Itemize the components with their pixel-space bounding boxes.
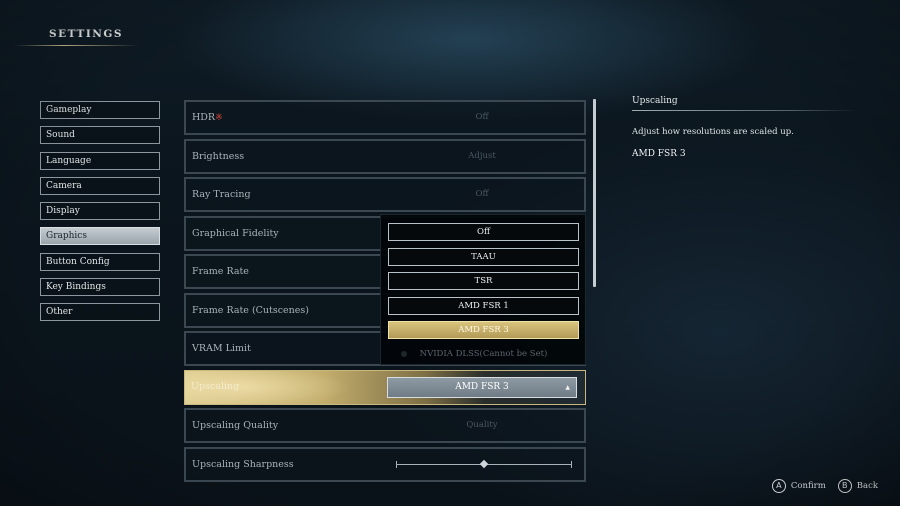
dropdown-option-amd-fsr-1[interactable]: AMD FSR 1 (388, 296, 579, 315)
upscaling-select-value: AMD FSR 3 (455, 381, 509, 392)
info-panel: Upscaling Adjust how resolutions are sca… (632, 96, 862, 159)
upscaling-dropdown: Off TAAU TSR AMD FSR 1 AMD FSR 3 NVIDIA … (380, 214, 586, 365)
setting-label: Upscaling Sharpness (192, 458, 294, 470)
settings-header: SETTINGS (14, 24, 139, 48)
setting-row-brightness[interactable]: Brightness Adjust (184, 138, 586, 174)
setting-value: Quality (466, 420, 498, 430)
setting-row-upscaling-sharpness[interactable]: Upscaling Sharpness (184, 446, 586, 482)
confirm-prompt[interactable]: A Confirm (771, 479, 826, 493)
setting-label: Frame Rate (Cutscenes) (192, 304, 309, 316)
sidebar-item-other[interactable]: Other (40, 303, 160, 322)
hdr-label: HDR (192, 112, 216, 123)
a-button-icon: A (771, 479, 786, 493)
caret-up-icon: ▲ (565, 383, 570, 391)
sidebar-item-sound[interactable]: Sound (40, 126, 160, 145)
sidebar-item-key-bindings[interactable]: Key Bindings (40, 278, 160, 297)
setting-label: HDR※ (192, 102, 223, 134)
dropdown-option-off[interactable]: Off (388, 223, 579, 241)
upscaling-select[interactable]: AMD FSR 3 ▲ (387, 376, 577, 398)
dropdown-option-taau[interactable]: TAAU (388, 247, 579, 266)
slider-max-cap (571, 460, 572, 468)
option-label: NVIDIA DLSS(Cannot be Set) (419, 349, 548, 359)
info-current-value: AMD FSR 3 (632, 149, 686, 159)
sharpness-slider[interactable] (396, 459, 572, 468)
setting-value: Off (475, 112, 489, 122)
disabled-dot-icon (401, 351, 407, 357)
sidebar-item-button-config[interactable]: Button Config (40, 252, 160, 271)
setting-row-ray-tracing[interactable]: Ray Tracing Off (184, 177, 586, 212)
setting-label: Brightness (192, 150, 245, 162)
setting-value: Adjust (468, 150, 496, 161)
sidebar-item-graphics[interactable]: Graphics (40, 227, 160, 246)
button-prompts: A Confirm B Back (771, 478, 878, 494)
confirm-label: Confirm (790, 481, 826, 491)
page-title: SETTINGS (49, 28, 123, 40)
setting-row-hdr[interactable]: HDR※ Off (184, 100, 586, 135)
setting-label: Frame Rate (192, 266, 249, 277)
setting-value: Off (475, 189, 489, 199)
info-description: Adjust how resolutions are scaled up. (632, 127, 794, 137)
settings-scrollbar[interactable] (593, 99, 596, 287)
setting-label: Upscaling Quality (192, 420, 279, 431)
sidebar-item-gameplay[interactable]: Gameplay (40, 101, 160, 119)
slider-min-cap (396, 460, 397, 468)
sidebar: Gameplay Sound Language Camera Display G… (40, 101, 160, 329)
dropdown-option-nvidia-dlss: NVIDIA DLSS(Cannot be Set) (388, 345, 579, 363)
info-title: Upscaling (632, 96, 678, 106)
b-button-icon: B (837, 479, 852, 493)
setting-label: Ray Tracing (192, 189, 251, 200)
dropdown-option-amd-fsr-3[interactable]: AMD FSR 3 (388, 321, 579, 339)
setting-row-upscaling-quality[interactable]: Upscaling Quality Quality (184, 408, 586, 443)
back-label: Back (856, 481, 878, 491)
setting-row-upscaling[interactable]: Upscaling AMD FSR 3 ▲ (184, 369, 586, 405)
setting-label: VRAM Limit (192, 343, 251, 354)
sidebar-item-camera[interactable]: Camera (40, 176, 160, 195)
title-underline (14, 45, 139, 46)
sidebar-item-language[interactable]: Language (40, 151, 160, 170)
dropdown-option-tsr[interactable]: TSR (388, 272, 579, 290)
back-prompt[interactable]: B Back (837, 479, 878, 493)
sidebar-item-display[interactable]: Display (40, 202, 160, 221)
hdr-warning-mark: ※ (215, 113, 223, 123)
info-divider (632, 110, 857, 111)
setting-label: Graphical Fidelity (192, 227, 279, 239)
setting-label: Upscaling (191, 380, 240, 392)
slider-thumb[interactable] (479, 459, 489, 468)
